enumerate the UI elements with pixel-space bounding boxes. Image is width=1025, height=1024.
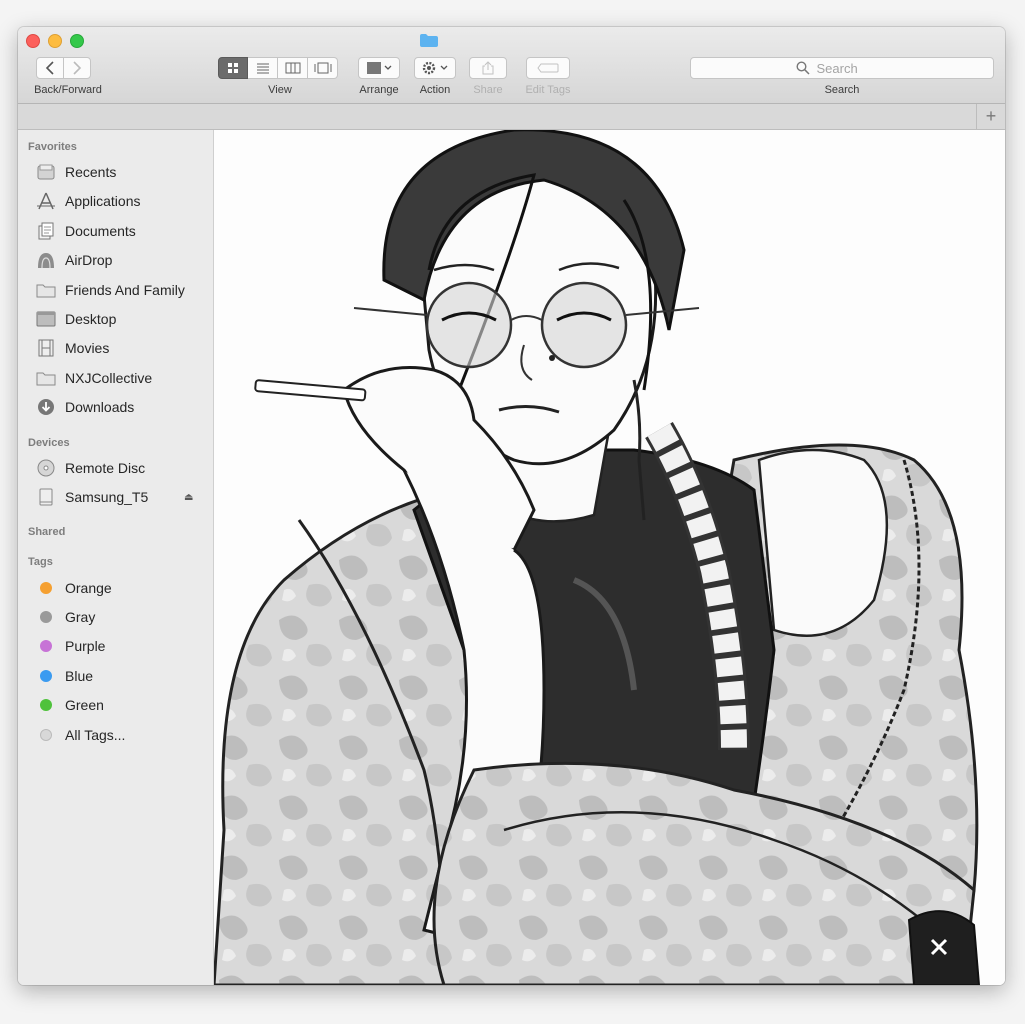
folder-icon xyxy=(420,34,438,47)
tags-header: Tags xyxy=(28,556,53,568)
tag-color-dot xyxy=(40,670,52,682)
sidebar-item-label: Orange xyxy=(65,580,112,596)
arrange-icon xyxy=(367,62,392,74)
sidebar-tag-purple[interactable]: Purple xyxy=(36,634,208,658)
drive-icon xyxy=(36,488,56,506)
tab-bar: + xyxy=(18,104,1005,130)
sidebar-item-label: Desktop xyxy=(65,311,117,327)
sidebar-item-desktop[interactable]: Desktop xyxy=(36,307,208,331)
view-label: View xyxy=(268,84,292,96)
disc-icon xyxy=(36,459,56,477)
sidebar-item-airdrop[interactable]: AirDrop xyxy=(36,248,208,272)
sidebar-item-label: Purple xyxy=(65,638,106,654)
view-gallery-button[interactable] xyxy=(308,57,338,79)
sidebar-item-label: Movies xyxy=(65,340,110,356)
arrange-button[interactable] xyxy=(358,57,400,79)
sidebar-item-label: Green xyxy=(65,697,104,713)
chevron-right-icon xyxy=(73,61,82,75)
folder-icon xyxy=(36,369,56,387)
sidebar-item-label: Recents xyxy=(65,164,117,180)
action-label: Action xyxy=(419,84,451,96)
sidebar-tag-green[interactable]: Green xyxy=(36,693,208,717)
zoom-window-button[interactable] xyxy=(70,34,84,48)
devices-header: Devices xyxy=(28,437,70,449)
sidebar-item-label: Applications xyxy=(65,193,141,209)
share-label: Share xyxy=(473,84,503,96)
sidebar-tag-gray[interactable]: Gray xyxy=(36,605,208,629)
tag-color-dot xyxy=(40,611,52,623)
tag-color-dot xyxy=(40,729,52,741)
sidebar-item-label: Friends And Family xyxy=(65,282,185,298)
search-icon xyxy=(795,61,810,75)
edit-tags-label: Edit Tags xyxy=(525,84,571,96)
action-button[interactable] xyxy=(414,57,456,79)
new-tab-button[interactable]: + xyxy=(976,104,1005,129)
finder-window: Back/Forward View Arrange Action Share E… xyxy=(18,27,1005,985)
close-window-button[interactable] xyxy=(26,34,40,48)
sidebar-item-movies[interactable]: Movies xyxy=(36,336,208,360)
sidebar-tag-orange[interactable]: Orange xyxy=(36,576,208,600)
sidebar-item-nxjcollective[interactable]: NXJCollective xyxy=(36,366,208,390)
sidebar-item-documents[interactable]: Documents xyxy=(36,219,208,243)
view-icons-button[interactable] xyxy=(218,57,248,79)
edit-tags-button[interactable] xyxy=(526,57,570,79)
tag-color-dot xyxy=(40,699,52,711)
sidebar-item-label: Blue xyxy=(65,668,94,684)
search-field[interactable] xyxy=(690,57,994,79)
list-view-icon xyxy=(256,63,269,74)
sidebar-item-label: Gray xyxy=(65,609,96,625)
search-label: Search xyxy=(824,84,860,96)
icon-view-icon xyxy=(228,63,238,73)
gallery-view-icon xyxy=(314,62,331,74)
sidebar-item-label: AirDrop xyxy=(65,252,113,268)
sidebar-item-label: Samsung_T5 xyxy=(65,489,149,505)
tag-color-dot xyxy=(40,582,52,594)
eject-icon[interactable]: ⏏ xyxy=(184,492,193,503)
share-icon xyxy=(482,61,494,75)
search-input[interactable] xyxy=(814,59,889,77)
tag-icon xyxy=(537,63,559,73)
back-forward-label: Back/Forward xyxy=(34,84,102,96)
folder-icon xyxy=(36,281,56,299)
sidebar-item-label: Downloads xyxy=(65,399,135,415)
sidebar-item-label: Documents xyxy=(65,223,136,239)
arrange-label: Arrange xyxy=(359,84,399,96)
column-view-icon xyxy=(285,62,300,74)
chevron-left-icon xyxy=(45,61,54,75)
view-list-button[interactable] xyxy=(248,57,278,79)
sidebar-item-remote-disc[interactable]: Remote Disc xyxy=(36,456,208,480)
sidebar: Favorites Recents Applications Documents… xyxy=(18,130,214,985)
sidebar-item-recents[interactable]: Recents xyxy=(36,160,208,184)
plus-icon: + xyxy=(985,106,997,126)
share-button[interactable] xyxy=(469,57,507,79)
content-area[interactable] xyxy=(214,130,1005,985)
sidebar-item-applications[interactable]: Applications xyxy=(36,189,208,213)
desktop-icon xyxy=(36,310,56,328)
movies-icon xyxy=(36,339,56,357)
forward-button[interactable] xyxy=(63,57,91,79)
sidebar-item-downloads[interactable]: Downloads xyxy=(36,395,208,419)
sidebar-item-samsung-t5[interactable]: Samsung_T5 ⏏ xyxy=(36,485,208,509)
back-button[interactable] xyxy=(36,57,64,79)
sidebar-item-label: NXJCollective xyxy=(65,370,153,386)
documents-icon xyxy=(36,222,56,240)
sidebar-item-label: Remote Disc xyxy=(65,460,146,476)
view-segmented-control xyxy=(218,57,338,79)
gear-icon xyxy=(422,61,448,75)
illustration-image xyxy=(214,130,1005,985)
recents-icon xyxy=(36,163,56,181)
sidebar-tag-blue[interactable]: Blue xyxy=(36,664,208,688)
applications-icon xyxy=(36,192,56,210)
sidebar-item-label: All Tags... xyxy=(65,727,126,743)
view-columns-button[interactable] xyxy=(278,57,308,79)
tag-color-dot xyxy=(40,640,52,652)
sidebar-tag-all-tags[interactable]: All Tags... xyxy=(36,723,208,747)
minimize-window-button[interactable] xyxy=(48,34,62,48)
sidebar-item-friends-and-family[interactable]: Friends And Family xyxy=(36,278,208,302)
airdrop-icon xyxy=(36,251,56,269)
toolbar: Back/Forward View Arrange Action Share E… xyxy=(18,27,1005,104)
downloads-icon xyxy=(36,398,56,416)
shared-header: Shared xyxy=(28,526,66,538)
favorites-header: Favorites xyxy=(28,141,77,153)
